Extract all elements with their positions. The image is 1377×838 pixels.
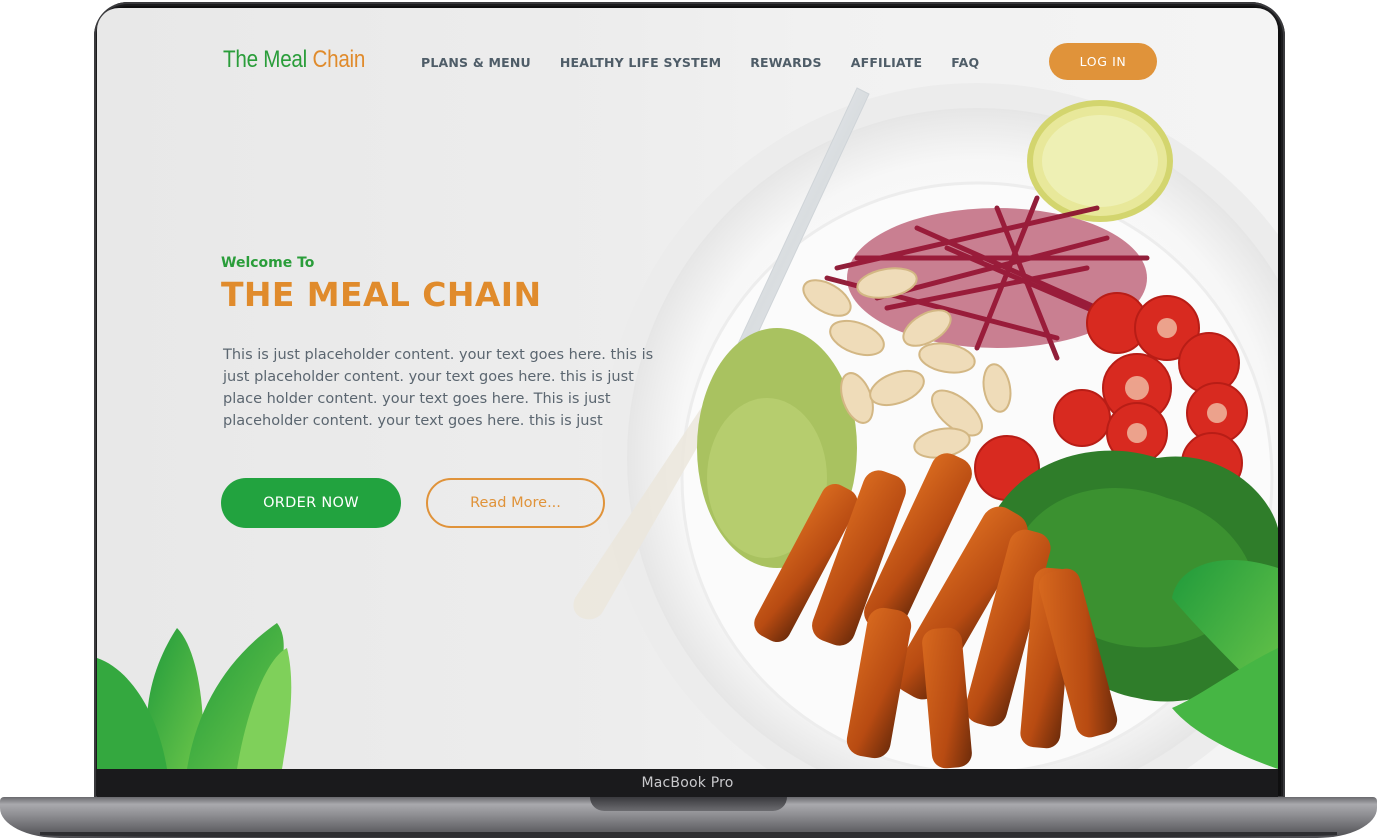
nav-item-plans-menu[interactable]: PLANS & MENU [421,55,531,70]
website-screen: The Meal Chain PLANS & MENU HEALTHY LIFE… [97,8,1278,769]
hero-description: This is just placeholder content. your t… [223,347,654,429]
brand-name-part1: The Meal [223,46,307,73]
hero-welcome-text: Welcome To [221,255,315,271]
hero-title: THE MEAL CHAIN [221,275,542,314]
nav-item-affiliate[interactable]: AFFILIATE [851,55,923,70]
laptop-base-notch [590,797,787,811]
main-nav: PLANS & MENU HEALTHY LIFE SYSTEM REWARDS… [421,55,1008,70]
order-now-button[interactable]: ORDER NOW [221,478,401,528]
read-more-button[interactable]: Read More... [426,478,605,528]
nav-item-faq[interactable]: FAQ [951,55,979,70]
nav-item-healthy-life-system[interactable]: HEALTHY LIFE SYSTEM [560,55,721,70]
brand-name-part2: Chain [312,46,366,73]
laptop-chin: MacBook Pro [97,769,1278,797]
login-button[interactable]: LOG IN [1049,43,1157,80]
nav-item-rewards[interactable]: REWARDS [750,55,821,70]
device-label: MacBook Pro [641,775,734,791]
laptop-base-shadow [40,832,1337,838]
brand-logo[interactable]: The Meal Chain [223,46,365,74]
